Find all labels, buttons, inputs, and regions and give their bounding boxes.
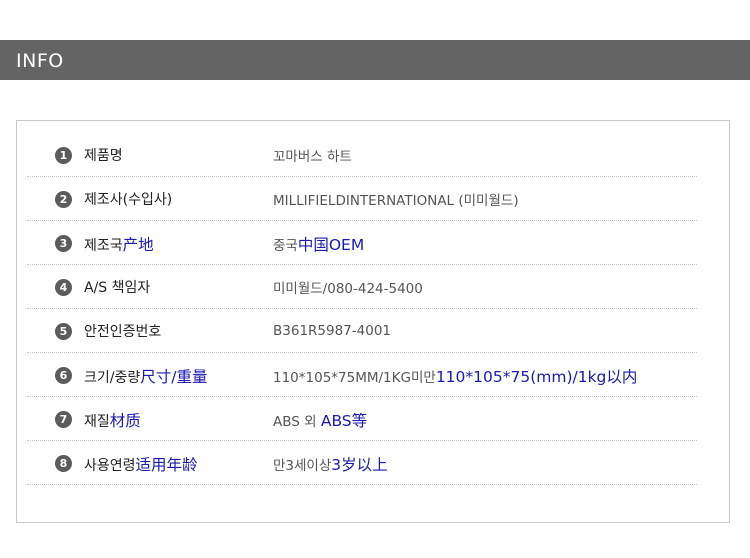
- row-value: 미미월드/080-424-5400: [273, 281, 423, 297]
- row-number-badge: 2: [55, 191, 72, 208]
- row-number-badge: 6: [55, 367, 72, 384]
- row-number-badge: 8: [55, 455, 72, 472]
- info-row-size-weight: 6 크기/중량尺寸/重量 110*105*75MM/1KG미만110*105*7…: [27, 353, 697, 397]
- row-value: ABS 외 ABS等: [273, 412, 368, 430]
- row-number-badge: 1: [55, 147, 72, 164]
- row-label: 제품명: [84, 148, 123, 164]
- info-row-safety-cert: 5 안전인증번호 B361R5987-4001: [27, 309, 697, 353]
- info-header-bar: INFO: [0, 40, 750, 80]
- info-row-as-contact: 4 A/S 책임자 미미월드/080-424-5400: [27, 265, 697, 309]
- row-value: 만3세이상3岁以上: [273, 456, 388, 474]
- row-label: 안전인증번호: [84, 324, 162, 340]
- row-number-badge: 4: [55, 279, 72, 296]
- row-value: 110*105*75MM/1KG미만110*105*75(mm)/1kg以内: [273, 368, 638, 386]
- info-row-age: 8 사용연령适用年龄 만3세이상3岁以上: [27, 441, 697, 485]
- row-divider: [27, 484, 697, 485]
- row-value: 중국中国OEM: [273, 236, 365, 254]
- row-label: 크기/중량尺寸/重量: [84, 368, 208, 386]
- row-label: 사용연령适用年龄: [84, 456, 198, 474]
- row-label: 재질材质: [84, 412, 141, 430]
- row-label: 제조사(수입사): [84, 192, 173, 208]
- product-info-panel: 1 제품명 꼬마버스 하트 2 제조사(수입사) MILLIFIELDINTER…: [16, 120, 730, 523]
- row-value: MILLIFIELDINTERNATIONAL (미미월드): [273, 193, 519, 209]
- section-title: INFO: [16, 50, 64, 72]
- info-row-manufacturer: 2 제조사(수입사) MILLIFIELDINTERNATIONAL (미미월드…: [27, 177, 697, 221]
- info-row-product-name: 1 제품명 꼬마버스 하트: [27, 133, 697, 177]
- row-value: 꼬마버스 하트: [273, 149, 352, 165]
- info-row-material: 7 재질材质 ABS 외 ABS等: [27, 397, 697, 441]
- row-number-badge: 7: [55, 411, 72, 428]
- row-label: 제조국产地: [84, 236, 154, 254]
- row-value: B361R5987-4001: [273, 323, 391, 339]
- row-label: A/S 책임자: [84, 280, 151, 296]
- row-number-badge: 5: [55, 323, 72, 340]
- row-number-badge: 3: [55, 235, 72, 252]
- info-row-origin: 3 제조국产地 중국中国OEM: [27, 221, 697, 265]
